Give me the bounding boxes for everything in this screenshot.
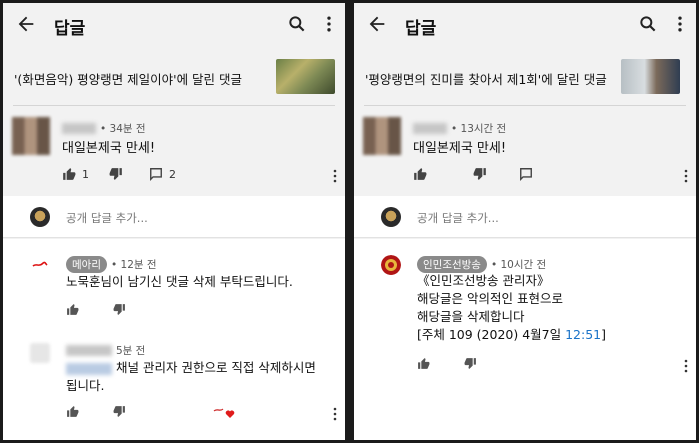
avatar[interactable] — [12, 117, 50, 155]
divider — [364, 105, 686, 106]
page-title: 답글 — [405, 19, 437, 39]
avatar[interactable] — [30, 255, 50, 275]
author-name-blurred[interactable] — [66, 345, 112, 356]
reply-input[interactable]: 공개 답글 추가... — [417, 210, 499, 226]
more-vert-icon[interactable] — [333, 169, 337, 183]
thumb-down-icon[interactable] — [113, 405, 126, 418]
page-title: 답글 — [54, 19, 86, 39]
thumb-up-icon — [63, 168, 76, 180]
channel-badge[interactable]: 인민조선방송 — [417, 256, 487, 273]
reply-meta: 메아리 • 12분 전 — [66, 256, 157, 273]
more-vert-icon[interactable] — [333, 407, 337, 421]
back-arrow-icon[interactable] — [366, 13, 388, 35]
reply-text-line1: 채널 관리자 권한으로 직접 삭제하시면 — [116, 360, 316, 375]
reply-time: • 10시간 전 — [490, 259, 547, 271]
dislike-button[interactable] — [109, 167, 129, 181]
reply-line4-suffix: ] — [601, 327, 607, 342]
reply-button[interactable]: 2 — [149, 167, 176, 181]
comment-meta: • 34분 전 — [62, 121, 146, 136]
reply-text: 채널 관리자 권한으로 직접 삭제하시면 됩니다. — [66, 359, 316, 395]
like-button[interactable]: 1 — [62, 167, 89, 181]
like-count: 1 — [82, 167, 89, 181]
main-comment: • 34분 전 대일본제국 만세! 1 2 — [3, 107, 345, 193]
add-reply-row[interactable]: 공개 답글 추가... — [3, 196, 345, 238]
app-bar: 답글 — [3, 3, 345, 45]
back-arrow-icon[interactable] — [15, 13, 37, 35]
reply-line1: 《인민조선방송 관리자》 — [417, 273, 550, 288]
comment-icon — [520, 168, 532, 181]
divider — [13, 105, 335, 106]
thumb-down-icon[interactable] — [464, 357, 477, 370]
thumb-up-icon[interactable] — [66, 303, 79, 316]
replies-list: 인민조선방송 • 10시간 전 《인민조선방송 관리자》 해당글은 악의적인 표… — [354, 239, 696, 440]
reply-text: 《인민조선방송 관리자》 해당글은 악의적인 표현으로 해당글을 삭제합니다 [… — [417, 272, 606, 344]
search-icon[interactable] — [638, 14, 658, 34]
reply-text-line2: 됩니다. — [66, 378, 105, 393]
reply-actions — [66, 405, 160, 418]
my-avatar — [381, 207, 401, 227]
search-icon[interactable] — [287, 14, 307, 34]
video-title[interactable]: '(화면음악) 평양랭면 제일이야'에 달린 댓글 — [14, 69, 242, 88]
avatar[interactable] — [363, 117, 401, 155]
author-name-blurred[interactable] — [413, 123, 447, 134]
reply-text: 노묵훈님이 남기신 댓글 삭제 부탁드립니다. — [66, 274, 293, 289]
comment-time: • 13시간 전 — [451, 123, 507, 135]
reply-line3: 해당글을 삭제합니다 — [417, 309, 525, 324]
reply-actions — [66, 303, 160, 316]
author-name-blurred[interactable] — [62, 123, 96, 134]
reply-line2: 해당글은 악의적인 표현으로 — [417, 291, 563, 306]
more-vert-icon[interactable] — [684, 359, 688, 373]
add-reply-row[interactable]: 공개 답글 추가... — [354, 196, 696, 238]
comment-text: 대일본제국 만세! — [62, 141, 156, 156]
app-bar: 답글 — [354, 3, 696, 45]
comment-meta: • 13시간 전 — [413, 121, 506, 136]
reply-count: 2 — [169, 167, 176, 181]
thumb-up-icon[interactable] — [66, 405, 79, 418]
thumb-down-icon[interactable] — [113, 303, 126, 316]
reply-meta: 인민조선방송 • 10시간 전 — [417, 256, 546, 273]
reply-time: 5분 전 — [116, 345, 146, 357]
channel-badge[interactable]: 메아리 — [66, 256, 107, 273]
video-header[interactable]: '(화면음악) 평양랭면 제일이야'에 달린 댓글 — [3, 54, 345, 102]
reply-meta: 5분 전 — [66, 343, 145, 358]
comment-icon — [150, 168, 162, 181]
video-title[interactable]: '평양랭면의 진미를 찾아서 제1회'에 달린 댓글 — [365, 69, 607, 88]
comment-actions — [413, 167, 559, 181]
thumb-down-icon — [473, 168, 486, 180]
reply-line4-prefix: [주체 109 (2020) 4월7일 — [417, 327, 566, 342]
replies-list: 메아리 • 12분 전 노묵훈님이 남기신 댓글 삭제 부탁드립니다. 5분 전… — [3, 239, 345, 440]
video-thumbnail[interactable] — [621, 59, 680, 94]
video-header[interactable]: '평양랭면의 진미를 찾아서 제1회'에 달린 댓글 — [354, 54, 696, 102]
video-thumbnail[interactable] — [276, 59, 335, 94]
timestamp-link[interactable]: 12:51 — [565, 327, 601, 342]
reply-button[interactable] — [519, 167, 539, 181]
thumb-up-icon[interactable] — [417, 357, 430, 370]
right-panel: 답글 '평양랭면의 진미를 찾아서 제1회'에 달린 댓글 • 13시간 전 대… — [354, 3, 696, 440]
more-vert-icon[interactable] — [684, 169, 688, 183]
reply-time: • 12분 전 — [110, 259, 157, 271]
avatar[interactable] — [30, 343, 50, 363]
left-panel: 답글 '(화면음악) 평양랭면 제일이야'에 달린 댓글 • 34분 전 대일본… — [3, 3, 345, 440]
more-vert-icon[interactable] — [319, 14, 339, 34]
comment-time: • 34분 전 — [100, 123, 146, 135]
more-vert-icon[interactable] — [670, 14, 690, 34]
comment-text: 대일본제국 만세! — [413, 141, 507, 156]
avatar[interactable] — [381, 255, 401, 275]
heart-icon — [213, 408, 235, 418]
my-avatar — [30, 207, 50, 227]
reply-actions — [417, 357, 511, 370]
mention-blurred[interactable] — [66, 362, 112, 375]
dislike-button[interactable] — [473, 167, 493, 181]
comment-actions: 1 2 — [62, 167, 196, 181]
thumb-down-icon — [109, 168, 122, 180]
reply-input[interactable]: 공개 답글 추가... — [66, 210, 148, 226]
like-button[interactable] — [413, 167, 433, 181]
main-comment: • 13시간 전 대일본제국 만세! — [354, 107, 696, 193]
thumb-up-icon — [414, 168, 427, 180]
